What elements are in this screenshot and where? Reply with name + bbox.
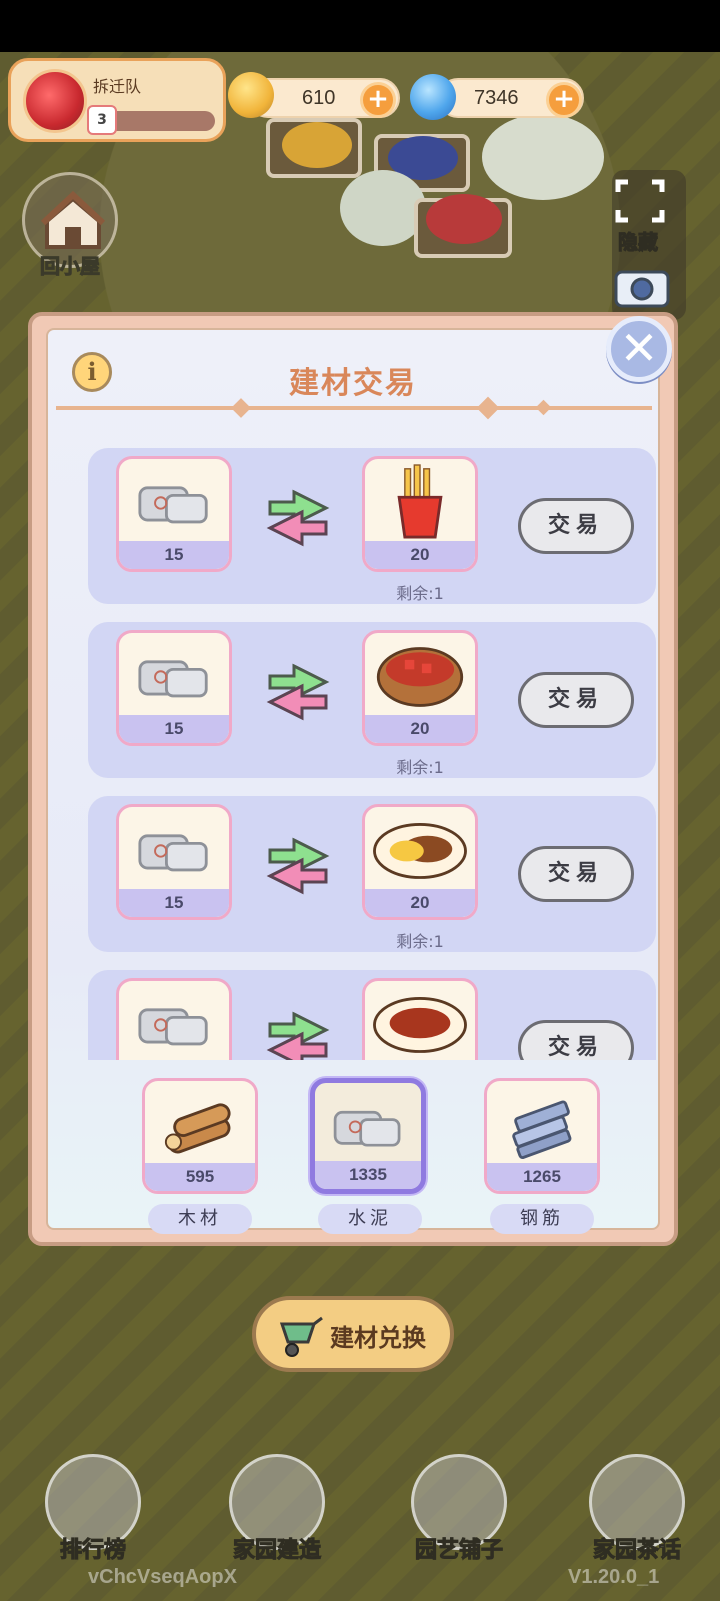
- cement-give-card: 15: [116, 804, 232, 920]
- version-label: V1.20.0_1: [568, 1566, 660, 1588]
- steel-bars-icon: [512, 1100, 572, 1159]
- get-quantity: 20: [365, 715, 475, 743]
- trade-row: 15 20 剩余:1 交易: [88, 448, 656, 604]
- cement-bags-icon: [333, 1110, 401, 1147]
- cement-bags-icon: [138, 1008, 208, 1046]
- swap-arrows-icon: [266, 1011, 330, 1060]
- fries-icon: [397, 464, 443, 539]
- trade-dialog: i 建材交易 15 20 剩余:1 交易 15 20 剩余:1 交易 15 20…: [28, 312, 678, 1246]
- leaderboard-button[interactable]: 排行榜: [38, 1454, 148, 1564]
- meat-plate-icon: [373, 996, 467, 1053]
- give-quantity: 15: [119, 889, 229, 917]
- remaining-label: 剩余:1: [396, 584, 444, 603]
- gold-snail-icon: [228, 72, 274, 118]
- gem-value: 7346: [474, 87, 519, 109]
- material-tab-wood[interactable]: 595: [142, 1078, 258, 1194]
- cement-count: 1335: [315, 1161, 421, 1189]
- give-quantity: 15: [119, 541, 229, 569]
- food-get-card: 20: [362, 804, 478, 920]
- give-quantity: 15: [119, 715, 229, 743]
- leaderboard-label: 排行榜: [59, 1538, 126, 1564]
- yellow-flowers: [282, 122, 352, 168]
- garden-shop-button[interactable]: 园艺铺子: [404, 1454, 514, 1564]
- trade-button[interactable]: 交易: [518, 846, 634, 902]
- swap-arrows-icon: [266, 663, 330, 721]
- swap-arrows-icon: [266, 489, 330, 547]
- material-tab-cement[interactable]: 1335: [310, 1078, 426, 1194]
- food-get-card: 20: [362, 456, 478, 572]
- material-exchange-button[interactable]: 建材兑换: [252, 1296, 454, 1372]
- title-divider: [56, 406, 652, 410]
- trade-button[interactable]: 交易: [518, 1020, 634, 1060]
- home-chat-label: 家园茶话: [592, 1538, 681, 1564]
- hide-ui-icon[interactable]: [614, 178, 666, 224]
- trade-button[interactable]: 交易: [518, 672, 634, 728]
- trade-row: 15 20 剩余:1 交易: [88, 796, 656, 952]
- wheelbarrow-icon: [279, 1316, 323, 1357]
- camera-icon[interactable]: [612, 264, 672, 308]
- steel-count: 1265: [487, 1163, 597, 1191]
- food-get-card: 20: [362, 630, 478, 746]
- swap-arrows-icon: [266, 837, 330, 895]
- material-name-steel[interactable]: 钢筋: [490, 1204, 594, 1234]
- gold-value: 610: [302, 87, 336, 109]
- cement-bags-icon: [138, 486, 208, 524]
- hide-label: 隐藏: [618, 230, 659, 255]
- blue-swirl-icon: [410, 74, 456, 120]
- rose-avatar: [23, 69, 87, 133]
- stew-pot-icon: [376, 647, 464, 707]
- red-flowers: [426, 194, 502, 244]
- trade-list[interactable]: 15 20 剩余:1 交易 15 20 剩余:1 交易 15 20 剩余:1 交…: [88, 448, 662, 1060]
- dialog-title: 建材交易: [289, 366, 417, 401]
- trade-dialog-body: i 建材交易 15 20 剩余:1 交易 15 20 剩余:1 交易 15 20…: [46, 328, 662, 1234]
- player-card[interactable]: 拆迁队 3: [8, 58, 226, 142]
- trade-row: 15 20 剩余:1 交易: [88, 622, 656, 778]
- cement-give-card: 15: [116, 630, 232, 746]
- close-dialog-button[interactable]: ✕: [606, 316, 672, 382]
- trade-button[interactable]: 交易: [518, 498, 634, 554]
- home-button[interactable]: 回小屋: [20, 172, 120, 279]
- home-chat-button[interactable]: 家园茶话: [582, 1454, 692, 1564]
- wood-logs-icon: [164, 1103, 231, 1154]
- material-name-cement[interactable]: 水泥: [318, 1204, 422, 1234]
- remaining-label: 剩余:1: [396, 758, 444, 777]
- status-bar: [0, 0, 720, 52]
- material-tab-steel[interactable]: 1265: [484, 1078, 600, 1194]
- white-bush: [482, 114, 604, 200]
- material-name-wood[interactable]: 木材: [148, 1204, 252, 1234]
- food-get-card: [362, 978, 478, 1060]
- remaining-label: 剩余:1: [396, 932, 444, 951]
- curry-plate-icon: [373, 822, 467, 879]
- cement-bags-icon: [138, 834, 208, 872]
- wood-count: 595: [145, 1163, 255, 1191]
- add-gem-button[interactable]: +: [546, 82, 582, 118]
- gem-currency: 7346 +: [438, 78, 584, 118]
- cement-give-card: [116, 978, 232, 1060]
- exchange-label: 建材兑换: [330, 1324, 426, 1352]
- cement-bags-icon: [138, 660, 208, 698]
- add-gold-button[interactable]: +: [360, 82, 396, 118]
- home-build-label: 家园建造: [232, 1538, 321, 1564]
- get-quantity: 20: [365, 541, 475, 569]
- material-tabs: 595 木材 1335 水泥 1265 钢筋: [70, 1066, 640, 1234]
- garden-shop-label: 园艺铺子: [414, 1538, 503, 1564]
- divider-ornament: [535, 399, 552, 416]
- cement-give-card: 15: [116, 456, 232, 572]
- get-quantity: 20: [365, 889, 475, 917]
- home-build-button[interactable]: 家园建造: [222, 1454, 332, 1564]
- user-id: vChcVseqAopX: [88, 1566, 237, 1588]
- level-badge: 3: [87, 105, 117, 135]
- trade-row: 交易: [88, 970, 656, 1060]
- player-name: 拆迁队: [93, 77, 142, 96]
